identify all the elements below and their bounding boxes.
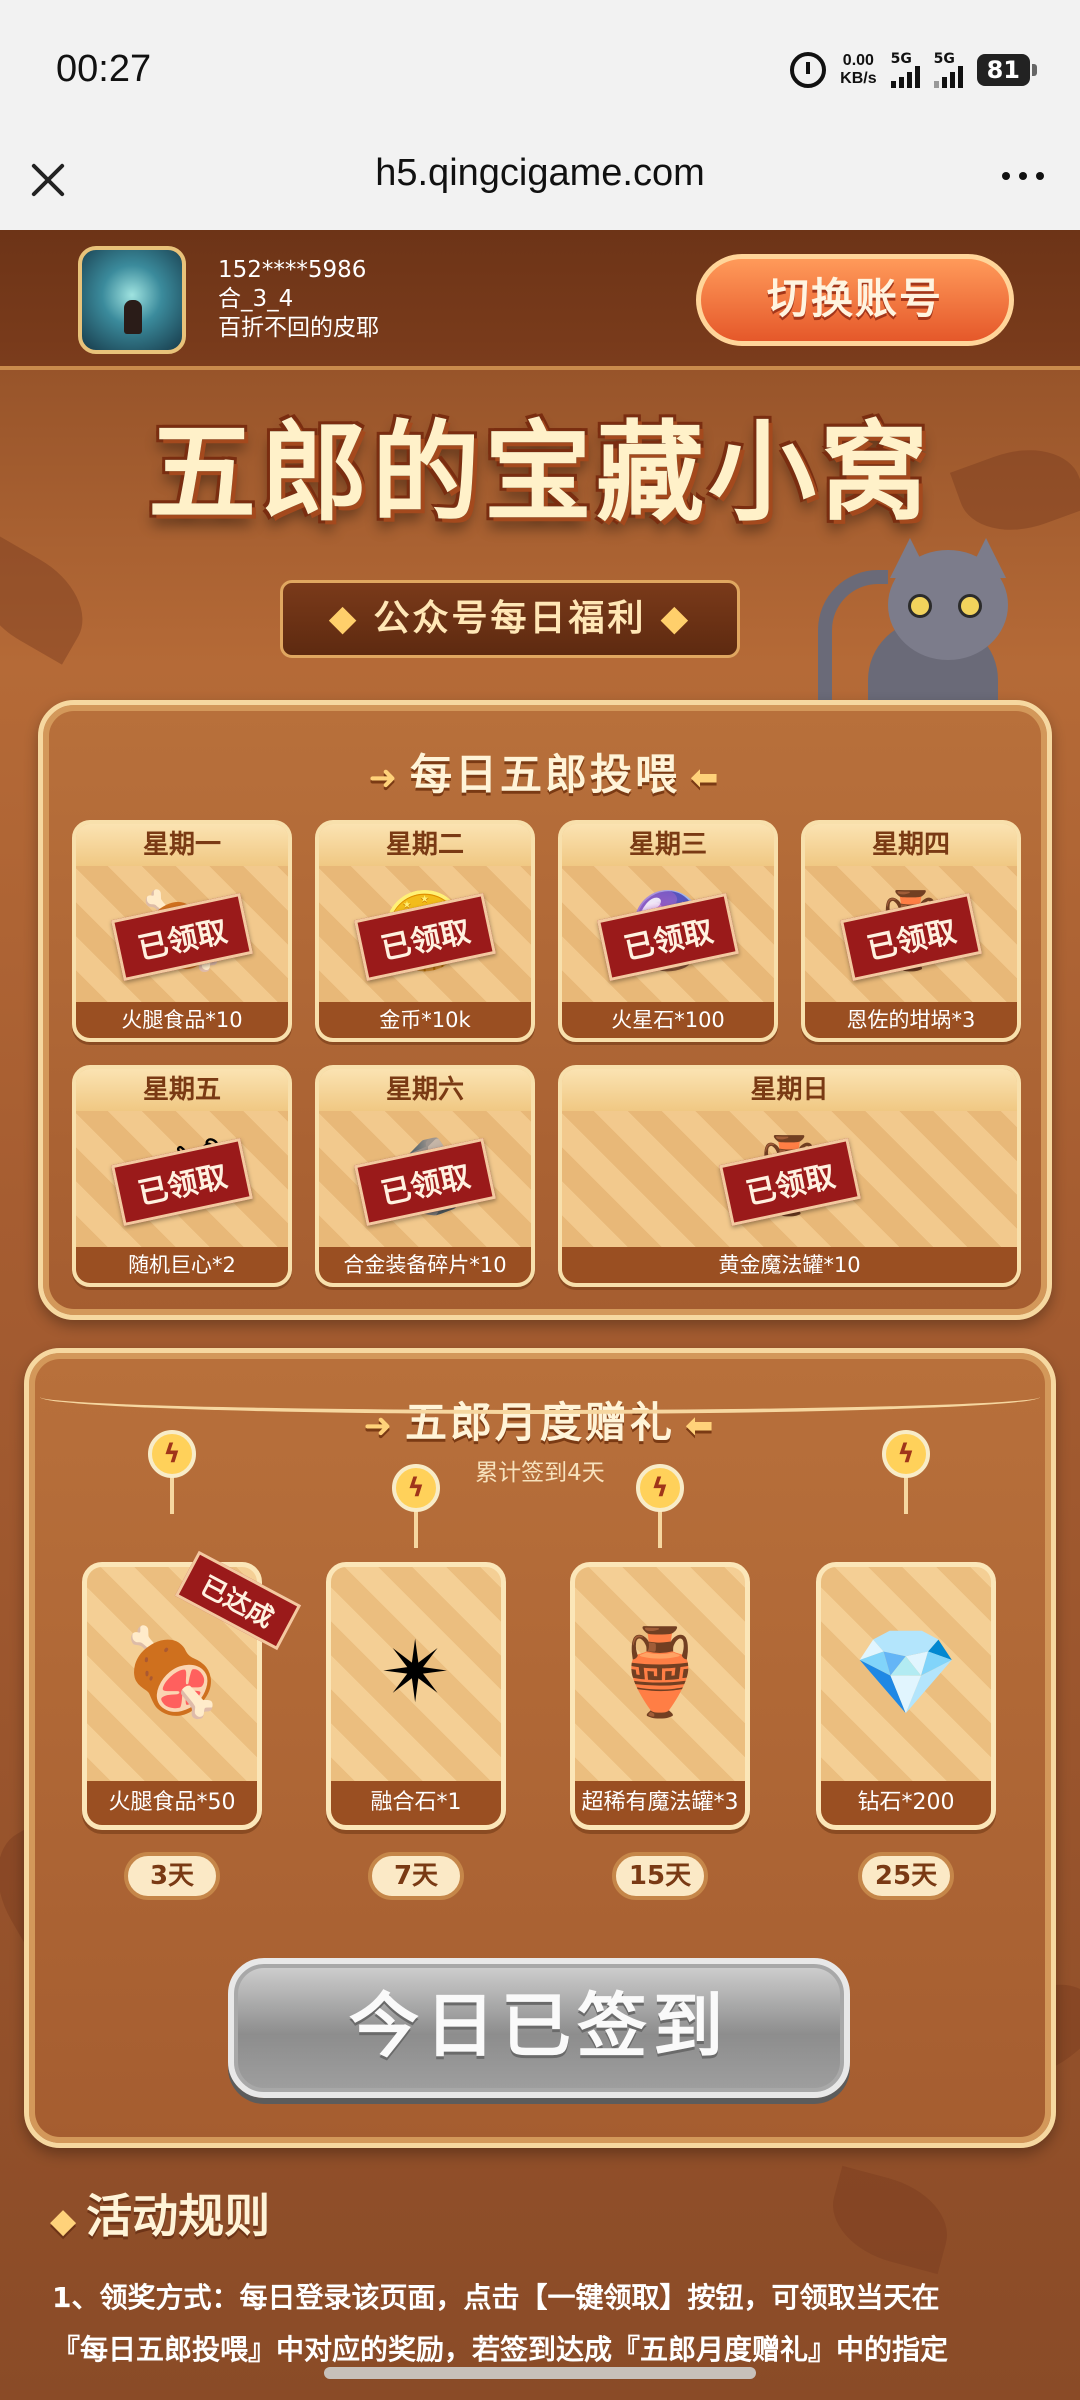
milestone-node-icon: ϟ xyxy=(636,1464,684,1512)
status-icons: 0.00 KB/s 5G 5G 81 xyxy=(790,51,1038,88)
rules-title: ◆ 活动规则 xyxy=(50,2180,270,2246)
day-label: 星期六 xyxy=(319,1069,531,1111)
claimed-stamp: 已领取 xyxy=(596,892,740,982)
monthly-reward-card-4[interactable]: 💎 钻石*200 xyxy=(816,1562,996,1830)
ham-icon: 🍖 xyxy=(119,1623,225,1721)
subtitle-text: 公众号每日福利 xyxy=(373,598,647,639)
rare-jar-icon: 🏺 xyxy=(607,1623,713,1721)
status-bar: 00:27 0.00 KB/s 5G 5G 81 xyxy=(0,0,1080,140)
monthly-reward-card-3[interactable]: 🏺 超稀有魔法罐*3 xyxy=(570,1562,750,1830)
network-speed: 0.00 KB/s xyxy=(840,52,876,88)
rules-text: 1、领奖方式：每日登录该页面，点击【一键领取】按钮，可领取当天在 『每日五郎投喂… xyxy=(52,2272,1032,2364)
leaf-decoration xyxy=(821,2165,959,2275)
milestone-node-icon: ϟ xyxy=(392,1464,440,1512)
reward-label: 超稀有魔法罐*3 xyxy=(575,1781,745,1825)
day-card-tue[interactable]: 星期二 🪙 已领取 金币*10k xyxy=(315,820,535,1042)
signal-icon: 5G xyxy=(890,51,920,88)
monthly-reward-card-2[interactable]: ✴ 融合石*1 xyxy=(326,1562,506,1830)
leaf-decoration xyxy=(0,535,102,665)
reward-label: 金币*10k xyxy=(319,1002,531,1038)
subtitle-ribbon: ◆ 公众号每日福利 ◆ xyxy=(280,580,740,658)
claimed-stamp: 已领取 xyxy=(110,892,254,982)
reward-label: 随机巨心*2 xyxy=(76,1247,288,1283)
diamond-icon: 💎 xyxy=(853,1623,959,1721)
account-info: 152****5986 合_3_4 百折不回的皮耶 xyxy=(218,256,379,343)
page-title: 五郎的宝藏小窝 xyxy=(147,411,932,536)
claimed-stamp: 已领取 xyxy=(353,1137,497,1227)
account-nickname: 百折不回的皮耶 xyxy=(218,315,379,341)
reward-label: 火星石*100 xyxy=(562,1002,774,1038)
browser-toolbar: h5.qingcigame.com xyxy=(0,140,1080,230)
signed-in-button[interactable]: 今日已签到 xyxy=(228,1958,850,2098)
alarm-icon xyxy=(790,52,827,88)
reward-label: 黄金魔法罐*10 xyxy=(562,1247,1017,1283)
days-required-pill: 3天 xyxy=(124,1852,220,1900)
fusion-stone-icon: ✴ xyxy=(380,1623,452,1721)
page-url: h5.qingcigame.com xyxy=(375,152,705,194)
network-speed-value: 0.00 xyxy=(842,52,874,69)
reward-label: 火腿食品*50 xyxy=(87,1781,257,1825)
days-required-pill: 25天 xyxy=(858,1852,954,1900)
signal-icon-2: 5G xyxy=(933,51,963,88)
reward-label: 合金装备碎片*10 xyxy=(319,1247,531,1283)
more-options-icon[interactable] xyxy=(1002,172,1044,180)
day-label: 星期五 xyxy=(76,1069,288,1111)
day-card-sun[interactable]: 星期日 🏺 已领取 黄金魔法罐*10 xyxy=(558,1065,1021,1287)
day-card-thu[interactable]: 星期四 🏺 已领取 恩佐的坩埚*3 xyxy=(801,820,1021,1042)
daily-feed-title-text: 每日五郎投喂 xyxy=(409,750,680,799)
claimed-stamp: 已领取 xyxy=(353,892,497,982)
reward-label: 融合石*1 xyxy=(331,1781,501,1825)
daily-feed-title: ➜ 每日五郎投喂 ⬅ xyxy=(43,741,1047,802)
reward-label: 钻石*200 xyxy=(821,1781,991,1825)
claimed-stamp: 已领取 xyxy=(718,1137,861,1227)
days-required-pill: 15天 xyxy=(612,1852,708,1900)
claimed-stamp: 已领取 xyxy=(839,892,983,982)
status-time: 00:27 xyxy=(56,48,152,90)
claimed-stamp: 已领取 xyxy=(110,1137,254,1227)
day-card-sat[interactable]: 星期六 🪨 已领取 合金装备碎片*10 xyxy=(315,1065,535,1287)
account-bar: 152****5986 合_3_4 百折不回的皮耶 切换账号 xyxy=(0,230,1080,370)
signal-label-1: 5G xyxy=(890,51,912,67)
diamond-bullet-icon: ◆ xyxy=(50,2201,77,2241)
days-required-pill: 7天 xyxy=(368,1852,464,1900)
account-server: 合_3_4 xyxy=(218,286,294,312)
reward-label: 恩佐的坩埚*3 xyxy=(805,1002,1017,1038)
milestone-node-icon: ϟ xyxy=(148,1430,196,1478)
reward-label: 火腿食品*10 xyxy=(76,1002,288,1038)
rules-title-text: 活动规则 xyxy=(86,2189,271,2243)
day-label: 星期四 xyxy=(805,824,1017,866)
day-label: 星期日 xyxy=(562,1069,1017,1111)
day-label: 星期一 xyxy=(76,824,288,866)
network-speed-unit: KB/s xyxy=(840,70,877,87)
switch-account-button[interactable]: 切换账号 xyxy=(696,254,1014,346)
rules-line: 『每日五郎投喂』中对应的奖励，若签到达成『五郎月度赠礼』中的指定 xyxy=(52,2333,949,2364)
day-card-wed[interactable]: 星期三 🔮 已领取 火星石*100 xyxy=(558,820,778,1042)
game-avatar xyxy=(78,246,186,354)
diamond-ornament-icon: ◆ xyxy=(660,598,692,639)
home-indicator[interactable] xyxy=(324,2367,756,2379)
day-card-fri[interactable]: 星期五 🗡 已领取 随机巨心*2 xyxy=(72,1065,292,1287)
account-phone: 152****5986 xyxy=(218,257,367,283)
day-label: 星期二 xyxy=(319,824,531,866)
diamond-ornament-icon: ◆ xyxy=(328,598,360,639)
rules-line: 1、领奖方式：每日登录该页面，点击【一键领取】按钮，可领取当天在 xyxy=(52,2281,940,2314)
day-label: 星期三 xyxy=(562,824,774,866)
progress-rope xyxy=(40,1380,1040,1414)
milestone-node-icon: ϟ xyxy=(882,1430,930,1478)
battery-icon: 81 xyxy=(976,54,1038,86)
arrow-right-icon: ➜ xyxy=(368,758,400,798)
signal-label-2: 5G xyxy=(933,51,955,67)
arrow-left-icon: ⬅ xyxy=(690,758,722,798)
day-card-mon[interactable]: 星期一 🍖 已领取 火腿食品*10 xyxy=(72,820,292,1042)
event-page: 152****5986 合_3_4 百折不回的皮耶 切换账号 五郎的宝藏小窝 ◆… xyxy=(0,230,1080,2400)
